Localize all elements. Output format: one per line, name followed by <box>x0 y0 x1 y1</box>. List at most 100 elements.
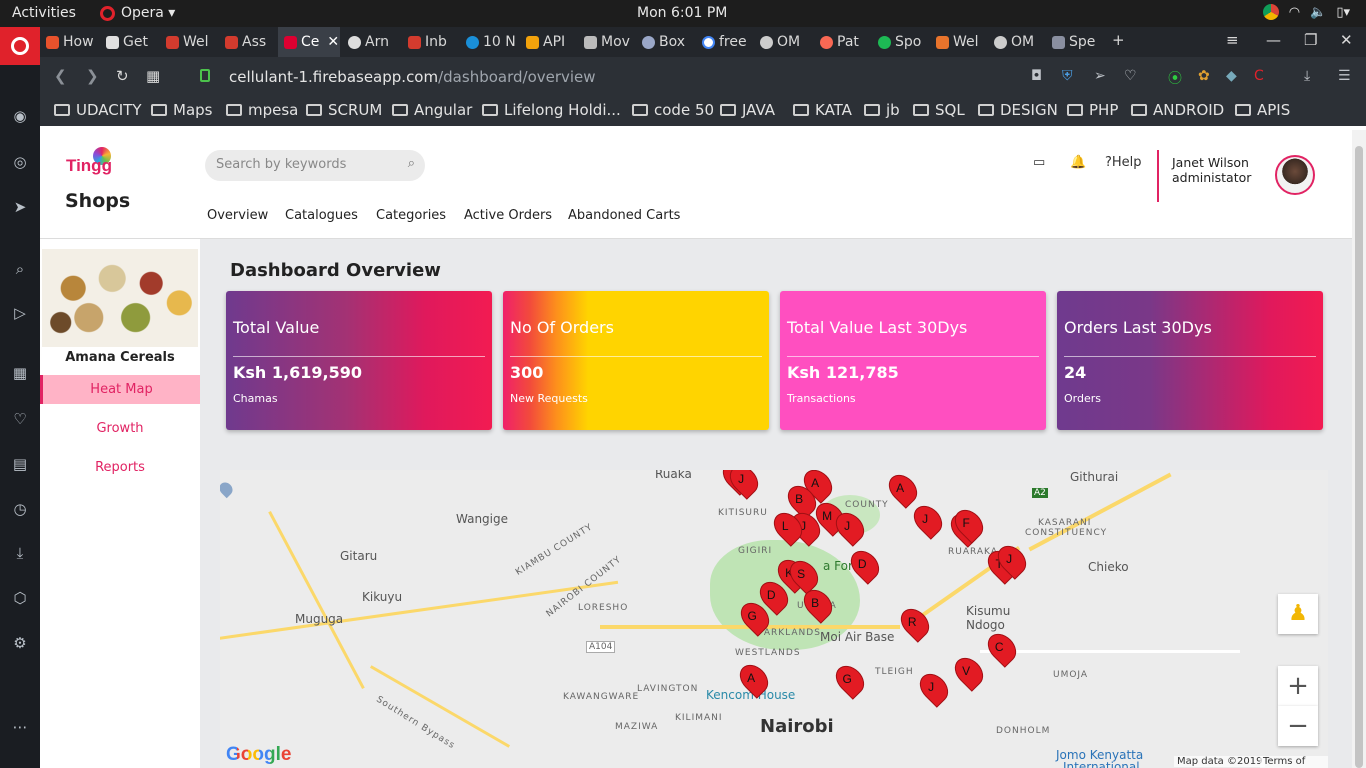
speed-dial-icon[interactable]: ▦ <box>9 363 31 383</box>
tab[interactable]: OM <box>754 27 812 57</box>
tab[interactable]: Box <box>636 27 694 57</box>
news-icon[interactable]: ▤ <box>9 454 31 474</box>
signal-icon[interactable]: ⦿ <box>1168 68 1182 88</box>
stat-card-orders[interactable]: No Of Orders 300 New Requests <box>503 291 769 430</box>
activities-button[interactable]: Activities <box>12 5 76 21</box>
maximize-icon[interactable]: ❐ <box>1304 31 1317 49</box>
back-icon[interactable]: ❮ <box>54 67 67 85</box>
whatsapp-icon[interactable]: ◎ <box>9 152 31 172</box>
tab[interactable]: Wel <box>160 27 218 57</box>
bookmark-folder[interactable]: code 50 <box>632 101 714 119</box>
system-tray[interactable]: ◠ 🔈 ▯▾ <box>1262 4 1350 20</box>
minimize-icon[interactable]: — <box>1266 31 1281 49</box>
tab-menu-icon[interactable]: ≡ <box>1226 31 1239 49</box>
search-icon[interactable]: ⌕ <box>9 259 31 279</box>
telegram-icon[interactable]: ➤ <box>9 197 31 217</box>
messenger-icon[interactable]: ◉ <box>9 106 31 126</box>
page-scrollbar[interactable] <box>1352 130 1366 768</box>
new-tab-icon[interactable]: + <box>1112 31 1125 49</box>
cube-extension-icon[interactable]: ◆ <box>1226 68 1237 84</box>
bookmark-folder[interactable]: Lifelong Holdi... <box>482 101 621 119</box>
camera-icon[interactable]: ◘ <box>1031 68 1042 84</box>
tab[interactable]: Get <box>100 27 158 57</box>
tab[interactable]: free <box>696 27 752 57</box>
bookmark-folder[interactable]: JAVA <box>720 101 775 119</box>
heat-map[interactable]: Ruaka Githurai Wangige Gitaru Kikuyu Mug… <box>220 470 1328 768</box>
tab[interactable]: API <box>520 27 576 57</box>
tab[interactable]: Arn <box>342 27 400 57</box>
heart-icon[interactable]: ♡ <box>1124 68 1137 84</box>
map-marker[interactable]: J <box>724 470 764 500</box>
tab[interactable]: Ass <box>219 27 277 57</box>
nav-abandoned-carts[interactable]: Abandoned Carts <box>568 208 680 223</box>
search-input[interactable]: Search by keywords ⌕ <box>205 150 425 181</box>
history-icon[interactable]: ◷ <box>9 499 31 519</box>
nav-active-orders[interactable]: Active Orders <box>464 208 552 223</box>
easy-setup-icon[interactable]: ☰ <box>1338 68 1351 84</box>
tab[interactable]: 10 N <box>460 27 518 57</box>
bookmark-folder[interactable]: PHP <box>1067 101 1118 119</box>
tabs-grid-icon[interactable]: ▦ <box>146 67 160 85</box>
map-marker[interactable]: C <box>982 628 1022 668</box>
bookmark-folder[interactable]: DESIGN <box>978 101 1058 119</box>
bookmarks-heart-icon[interactable]: ♡ <box>9 409 31 429</box>
help-link[interactable]: ?Help <box>1105 155 1142 170</box>
tab[interactable]: Mov <box>578 27 634 57</box>
bookmark-folder[interactable]: Angular <box>392 101 472 119</box>
bell-icon[interactable]: 🔔 <box>1070 155 1086 170</box>
zoom-out-button[interactable]: − <box>1278 706 1318 746</box>
bookmark-folder[interactable]: ANDROID <box>1131 101 1224 119</box>
tab[interactable]: Pat <box>814 27 870 57</box>
nav-catalogues[interactable]: Catalogues <box>285 208 358 223</box>
bookmark-folder[interactable]: UDACITY <box>54 101 142 119</box>
settings-icon[interactable]: ⚙ <box>9 633 31 653</box>
bookmark-folder[interactable]: Maps <box>151 101 212 119</box>
color-extension-icon[interactable]: ✿ <box>1198 68 1210 84</box>
stat-card-value-30days[interactable]: Total Value Last 30Dys Ksh 121,785 Transa… <box>780 291 1046 430</box>
more-icon[interactable]: ⋯ <box>9 717 31 737</box>
reload-icon[interactable]: ↻ <box>116 67 129 85</box>
menu-growth[interactable]: Growth <box>40 414 200 443</box>
nav-overview[interactable]: Overview <box>207 208 268 223</box>
map-marker[interactable]: V <box>949 652 989 692</box>
bookmark-folder[interactable]: APIS <box>1235 101 1290 119</box>
chat-icon[interactable]: ▭ <box>1033 155 1045 170</box>
opera-menu-button[interactable] <box>0 27 40 65</box>
map-marker[interactable]: F <box>949 504 989 544</box>
bookmark-folder[interactable]: SQL <box>913 101 965 119</box>
bookmark-folder[interactable]: jb <box>864 101 900 119</box>
url-field[interactable]: cellulant-1.firebaseapp.com/dashboard/ov… <box>229 68 596 86</box>
flow-icon[interactable]: ▷ <box>9 303 31 323</box>
terms-of-use-link[interactable]: Terms of Use <box>1260 756 1328 768</box>
nav-categories[interactable]: Categories <box>376 208 446 223</box>
map-marker[interactable]: A <box>883 470 923 509</box>
tab[interactable]: Inb <box>402 27 458 57</box>
downloads-icon[interactable]: ⤓ <box>9 543 31 563</box>
tab[interactable]: How <box>40 27 98 57</box>
scrollbar-thumb[interactable] <box>1355 146 1363 768</box>
adblock-icon[interactable]: ⛨ <box>1062 68 1073 84</box>
map-marker[interactable]: G <box>830 660 870 700</box>
search-icon[interactable]: ⌕ <box>408 156 415 171</box>
volume-icon[interactable]: 🔈 <box>1310 5 1326 20</box>
forward-icon[interactable]: ❯ <box>86 67 99 85</box>
tab[interactable]: Spe <box>1046 27 1102 57</box>
close-window-icon[interactable]: ✕ <box>1340 31 1353 49</box>
stat-card-total-value[interactable]: Total Value Ksh 1,619,590 Chamas <box>226 291 492 430</box>
lock-icon[interactable] <box>200 69 210 82</box>
user-info[interactable]: Janet Wilson administator <box>1172 155 1251 185</box>
extensions-icon[interactable]: ⬡ <box>9 588 31 608</box>
system-clock[interactable]: Mon 6:01 PM <box>637 5 727 21</box>
street-view-pegman-icon[interactable]: ♟ <box>1278 594 1318 634</box>
chrome-icon[interactable] <box>1262 4 1279 20</box>
tab-active[interactable]: Ce ✕ <box>278 27 340 57</box>
avatar[interactable] <box>1275 155 1315 195</box>
bookmark-folder[interactable]: mpesa <box>226 101 298 119</box>
send-icon[interactable]: ➢ <box>1094 68 1106 84</box>
menu-reports[interactable]: Reports <box>40 453 200 482</box>
download-icon[interactable]: ⤓ <box>1304 68 1310 84</box>
map-marker[interactable]: J <box>908 500 948 540</box>
tab[interactable]: Spo <box>872 27 928 57</box>
battery-icon[interactable]: ▯▾ <box>1336 5 1350 20</box>
wifi-icon[interactable]: ◠ <box>1289 5 1300 20</box>
